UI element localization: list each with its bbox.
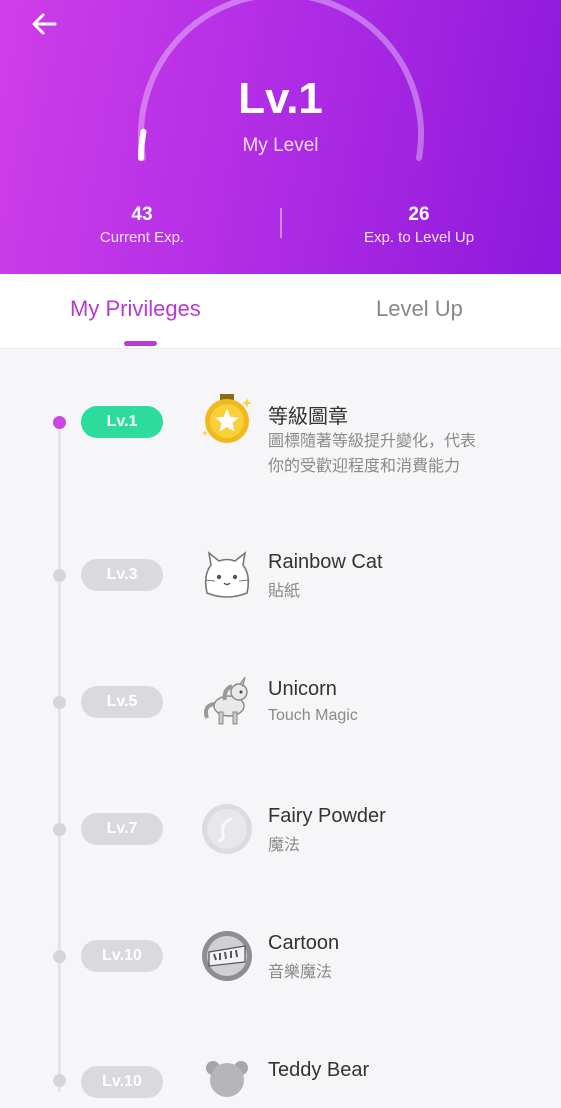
fairy-powder-icon <box>202 804 252 854</box>
privilege-description: 魔法 <box>268 837 301 854</box>
timeline-dot <box>53 696 66 709</box>
level-badge: Lv.10 <box>81 1066 163 1098</box>
level-badge: Lv.5 <box>81 686 163 718</box>
privilege-title: 等級圖章 <box>268 406 348 428</box>
tab-my-privileges[interactable]: My Privileges <box>70 296 201 322</box>
privilege-description: 貼紙 <box>268 583 301 600</box>
cat-sticker-icon <box>204 551 250 598</box>
tab-level-up[interactable]: Level Up <box>376 296 463 322</box>
tab-bar: My Privileges Level Up <box>0 274 561 349</box>
stats-divider <box>280 208 282 238</box>
exp-to-level-up-value: 26 <box>408 204 430 225</box>
current-exp-value: 43 <box>131 204 153 225</box>
cool-cartoon-icon <box>202 931 252 981</box>
level-badge: Lv.3 <box>81 559 163 591</box>
timeline-dot <box>53 416 66 429</box>
privilege-title: Unicorn <box>268 678 337 700</box>
level-header: Lv.1 My Level 43 Current Exp. 26 Exp. to… <box>0 0 561 274</box>
privilege-description: 音樂魔法 <box>268 964 333 981</box>
privilege-title: Cartoon <box>268 932 340 954</box>
level-badge: Lv.1 <box>81 406 163 438</box>
timeline-line <box>58 422 61 1092</box>
privilege-description: 圖標隨著等級提升變化，代表 <box>268 433 477 450</box>
privilege-title: Rainbow Cat <box>268 551 383 573</box>
privilege-description: 你的受歡迎程度和消費能力 <box>268 458 461 475</box>
timeline-dot <box>53 1074 66 1087</box>
teddy-bear-icon <box>206 1061 248 1097</box>
exp-to-level-up-label: Exp. to Level Up <box>363 229 475 246</box>
active-tab-indicator <box>124 341 157 346</box>
level-value: Lv.1 <box>238 74 323 123</box>
privilege-title: Teddy Bear <box>268 1059 370 1081</box>
gold-medal-icon <box>202 394 252 443</box>
privilege-description: Touch Magic <box>268 707 358 724</box>
level-badge: Lv.7 <box>81 813 163 845</box>
unicorn-icon <box>203 676 248 725</box>
privilege-title: Fairy Powder <box>268 805 386 827</box>
timeline-dot <box>53 950 66 963</box>
current-exp-label: Current Exp. <box>99 229 185 246</box>
level-label: My Level <box>242 135 319 156</box>
level-badge: Lv.10 <box>81 940 163 972</box>
timeline-dot <box>53 823 66 836</box>
timeline-dot <box>53 569 66 582</box>
